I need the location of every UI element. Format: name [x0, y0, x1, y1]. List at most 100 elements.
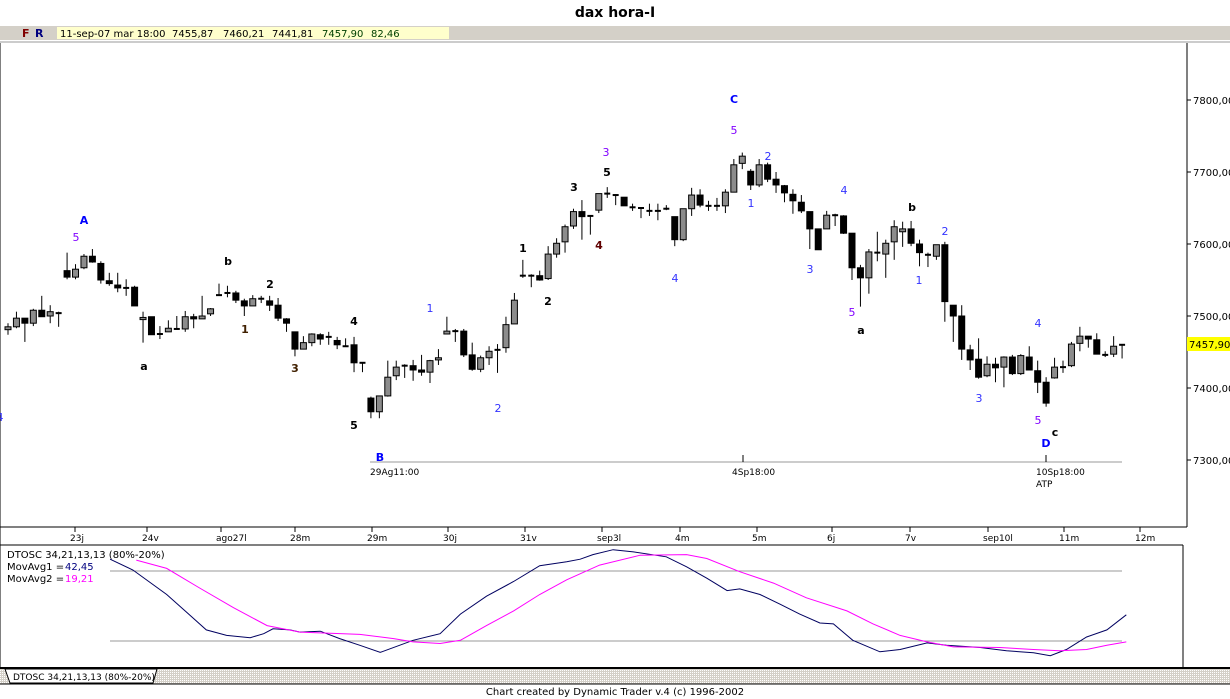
date-axis: 23j 24v ago27l 28m 29m 30j 31v sep3l 4m 5m 6j 7v sep…	[70, 527, 1155, 544]
candle-down	[147, 316, 155, 336]
candle-down	[468, 354, 476, 370]
candle-up	[738, 155, 746, 164]
candle-down	[941, 244, 949, 303]
candle-down	[975, 358, 983, 378]
candle-up	[477, 357, 485, 370]
candle-down	[797, 201, 805, 212]
price-tick-label: 7800,00	[1193, 96, 1230, 107]
wave-label: 5	[350, 419, 358, 432]
candle-up	[308, 333, 316, 344]
wave-labels: A5ab12345B121233544C512435ab21345cD4	[0, 93, 1058, 464]
date-tick-label: 29m	[367, 534, 387, 544]
candle-up	[80, 255, 88, 269]
wave-label: 2	[942, 225, 949, 238]
osc-series-movavg2	[136, 554, 1127, 652]
candle-down	[38, 309, 46, 318]
price-tick-label: 7300,00	[1193, 456, 1230, 467]
candle-up	[882, 242, 890, 255]
candle-down	[1084, 335, 1092, 340]
candle-down	[21, 317, 29, 324]
candle-down	[1025, 356, 1033, 371]
candle-up	[1017, 355, 1025, 375]
osc-title: DTOSC 34,21,13,13 (80%-20%)	[7, 550, 165, 561]
candle-up	[1000, 356, 1008, 368]
candle-up	[426, 360, 434, 373]
candle-down	[283, 318, 291, 324]
candle-down	[274, 304, 282, 319]
wave-label: 4	[350, 315, 358, 328]
candle-down	[232, 292, 240, 301]
r-button[interactable]: R	[35, 27, 44, 40]
candle-down	[856, 267, 864, 279]
candles	[4, 152, 1126, 419]
candle-down	[333, 339, 341, 346]
wave-label: 2	[765, 150, 772, 163]
candle-down	[367, 397, 375, 413]
current-price-label: 7457,90	[1189, 340, 1230, 351]
price-tick-label: 7400,00	[1193, 384, 1230, 395]
candle-down	[1042, 381, 1050, 404]
wave-label: b	[908, 201, 916, 214]
wave-label: 5	[731, 124, 738, 137]
wave-label: 5	[73, 231, 80, 244]
price-tick-label: 7600,00	[1193, 240, 1230, 251]
candle-down	[789, 193, 797, 202]
candle-down	[240, 300, 248, 307]
wave-label: D	[1041, 437, 1050, 450]
osc-series-movavg1	[109, 549, 1127, 657]
wave-label: 1	[241, 323, 249, 336]
candle-down	[316, 334, 324, 340]
candle-up	[72, 268, 80, 278]
candle-up	[181, 316, 189, 330]
chart-canvas: dax hora-I F R 11-sep-07 mar 18:00 7455,…	[0, 5, 1230, 698]
date-tick-label: 28m	[290, 534, 310, 544]
chart-window: dax hora-I F R 11-sep-07 mar 18:00 7455,…	[0, 0, 1230, 699]
wave-label: C	[730, 93, 738, 106]
candle-down	[696, 194, 704, 206]
candle-up	[1067, 343, 1075, 367]
wave-label: 5	[603, 166, 611, 179]
candle-down	[671, 216, 679, 241]
candle-up	[434, 357, 442, 361]
candle-up	[139, 316, 147, 321]
date-tick-label: sep3l	[597, 534, 621, 544]
wave-label: 1	[916, 274, 923, 287]
time-marker-label: 4Sp18:00	[732, 468, 775, 478]
quote-open: 7455,87	[172, 29, 213, 40]
wave-label: 3	[976, 392, 983, 405]
candle-down	[578, 211, 586, 218]
ma1-legend-label: MovAvg1 =	[7, 562, 64, 573]
candle-up	[12, 317, 20, 328]
quote-value: 82,46	[371, 29, 400, 40]
candle-up	[553, 242, 561, 255]
wave-label: a	[140, 360, 147, 373]
candle-down	[949, 304, 957, 317]
date-tick-label: sep10l	[983, 534, 1013, 544]
ma1-legend-value: 42,45	[65, 562, 94, 573]
wave-label: 3	[291, 362, 299, 375]
candle-up	[721, 191, 729, 207]
candle-down	[190, 316, 198, 320]
wave-label: 4	[672, 272, 679, 285]
candle-up	[4, 326, 12, 331]
candle-down	[907, 228, 915, 244]
candle-up	[249, 298, 257, 307]
quote-close: 7457,90	[322, 29, 363, 40]
quote-datetime: 11-sep-07 mar 18:00	[60, 29, 166, 40]
price-tick-label: 7700,00	[1193, 168, 1230, 179]
candle-down	[460, 330, 468, 356]
candle-down	[814, 228, 822, 251]
wave-label: 3	[570, 181, 578, 194]
time-marker-note: ATP	[1036, 480, 1053, 490]
candle-up	[890, 226, 898, 243]
candle-down	[747, 170, 755, 186]
f-button[interactable]: F	[22, 27, 30, 40]
wave-label: 4	[1035, 317, 1042, 330]
wave-label: a	[857, 324, 864, 337]
candle-up	[485, 350, 493, 359]
oscillator-plot	[109, 549, 1127, 657]
quote-low: 7441,81	[272, 29, 313, 40]
candle-up	[823, 214, 831, 230]
price-axis: 7800,00 7700,00 7600,00 7500,00 7400,00 7300,…	[1187, 96, 1230, 467]
candle-down	[1008, 356, 1016, 375]
